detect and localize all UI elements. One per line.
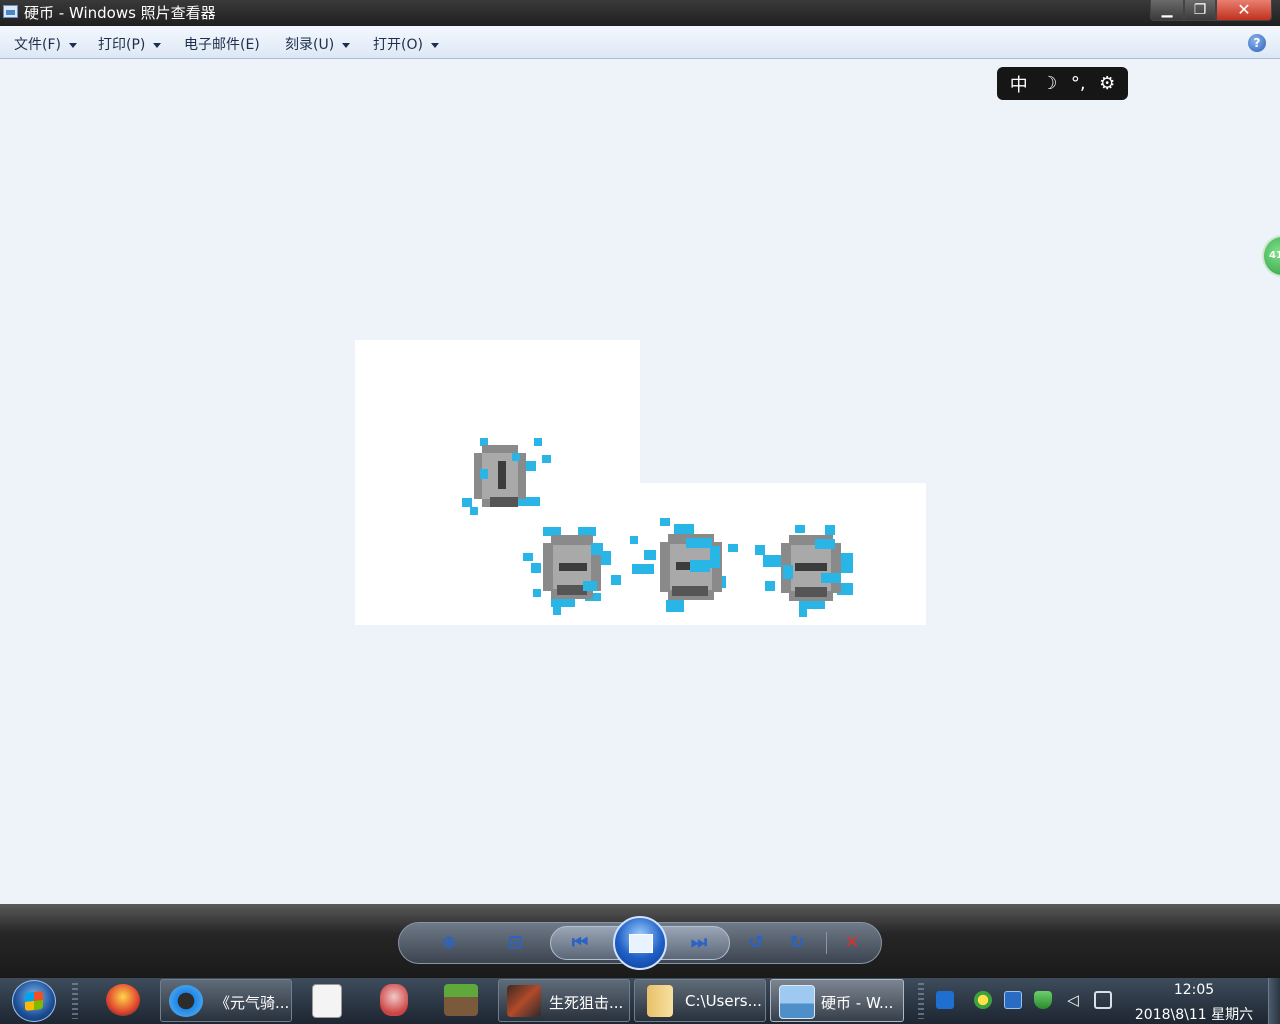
volume-icon[interactable]: ◁ [1064,991,1082,1009]
delete-icon[interactable]: ✕ [839,931,865,955]
start-button[interactable] [12,980,56,1022]
show-desktop-button[interactable] [1268,978,1280,1024]
maximize-button[interactable]: ❐ [1184,0,1216,21]
network-icon[interactable] [1094,991,1112,1009]
chevron-down-icon [68,42,77,48]
menu-print[interactable]: 打印(P) [98,34,162,54]
menu-email[interactable]: 电子邮件(E) [184,34,260,54]
qq-penguin-icon [106,984,140,1016]
browser-icon [169,985,203,1017]
coin-sprite-vertical [462,438,551,515]
folder-icon [647,985,673,1017]
moon-icon[interactable]: ☽ [1041,73,1057,94]
minimize-button[interactable]: ▁ [1150,0,1184,21]
menu-burn-label: 刻录(U) [285,37,335,53]
security-tray-icon[interactable] [974,991,992,1009]
taskbar-browser-window[interactable]: 《元气骑... [160,979,292,1022]
next-icon[interactable]: ⏭ [686,931,712,955]
taskbar-photo-viewer-window[interactable]: 硬币 - W... [770,979,904,1022]
chevron-down-icon [342,42,351,48]
qq-tray-icon[interactable] [936,991,954,1009]
photo-viewer-app-icon[interactable] [3,5,18,18]
taskbar-game-window[interactable]: 生死狙击... [498,979,630,1022]
taskbar-grip[interactable] [72,983,78,1019]
menu-file[interactable]: 文件(F) [14,34,77,54]
chevron-down-icon [153,42,162,48]
taskbar-qq-button[interactable] [98,979,150,1022]
coin-sprite-horizontal-1 [523,527,621,615]
chevron-down-icon [430,42,439,48]
minecraft-icon [444,984,478,1016]
menu-file-label: 文件(F) [14,37,61,53]
fit-window-icon[interactable]: ⊡ [502,931,528,955]
gear-icon[interactable]: ⚙ [1099,73,1115,94]
slideshow-button[interactable] [613,916,667,970]
ime-toolbar: 中 ☽ °, ⚙ [997,67,1128,100]
title-bar: 硬币 - Windows 照片查看器 [0,0,1280,26]
menu-email-label: 电子邮件(E) [184,37,260,53]
photo-viewer-icon [779,985,815,1019]
punctuation-icon[interactable]: °, [1071,73,1086,94]
window-title: 硬币 - Windows 照片查看器 [24,4,216,22]
taskbar-photo-viewer-label: 硬币 - W... [821,994,894,1012]
taskbar-minecraft-button[interactable] [436,979,484,1022]
taskbar-calculator-button[interactable] [304,979,352,1022]
ime-mode-toggle[interactable]: 中 [1010,71,1028,97]
coin-sprite-horizontal-3 [755,525,853,617]
floating-status-bubble[interactable]: 41 [1262,235,1280,277]
menu-burn[interactable]: 刻录(U) [285,34,351,54]
rotate-left-icon[interactable]: ↺ [743,931,769,955]
taskbar-game-label: 生死狙击... [549,994,624,1012]
menu-open[interactable]: 打开(O) [373,34,439,54]
sniper-game-icon [507,985,541,1017]
help-icon[interactable]: ? [1248,34,1266,52]
taskbar-explorer-window[interactable]: C:\Users... [634,979,766,1022]
taskbar-browser-label: 《元气骑... [215,994,290,1012]
menu-open-label: 打开(O) [373,37,423,53]
close-button[interactable]: ✕ [1216,0,1272,21]
shield-tray-icon[interactable] [1034,991,1052,1009]
network-adapter-tray-icon[interactable] [1004,991,1022,1009]
clock-date[interactable]: 2018\8\11 星期六 [1126,1004,1262,1024]
control-divider [826,932,827,954]
calculator-icon [312,984,342,1018]
zoom-icon[interactable]: ⊕ [430,931,468,955]
previous-icon[interactable]: ⏮ [567,931,593,955]
taskbar-game-isaac-button[interactable] [370,979,418,1022]
photo-canvas [355,340,926,625]
isaac-game-icon [380,984,408,1016]
clock-time[interactable]: 12:05 [1150,982,1238,998]
rotate-right-icon[interactable]: ↻ [784,931,810,955]
tray-grip[interactable] [918,983,924,1019]
menu-print-label: 打印(P) [98,37,146,53]
taskbar-explorer-label: C:\Users... [685,992,762,1010]
coin-sprite-horizontal-2 [630,518,738,612]
menu-bar: 文件(F) 打印(P) 电子邮件(E) 刻录(U) 打开(O) [0,26,1280,59]
